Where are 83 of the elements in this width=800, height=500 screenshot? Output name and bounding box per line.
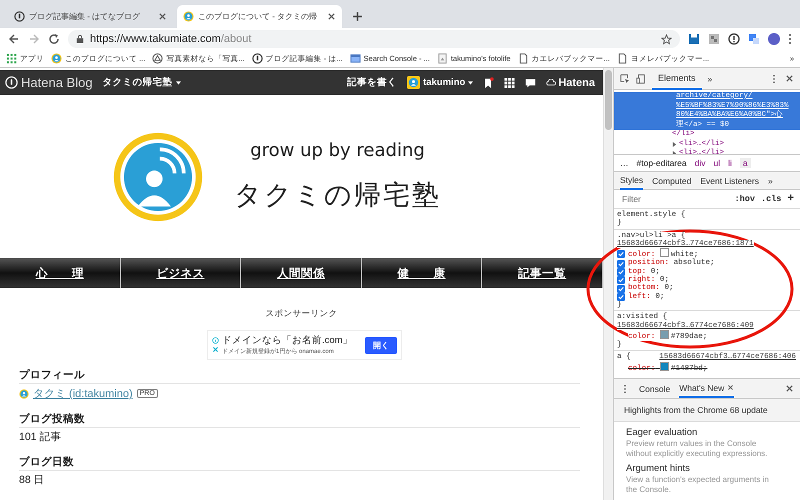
avatar-icon — [19, 388, 29, 398]
nav-link[interactable]: 人間関係 — [241, 258, 362, 288]
close-icon[interactable] — [158, 12, 167, 21]
new-rule-button[interactable]: + — [787, 193, 794, 205]
sponsor-label: スポンサーリンク — [266, 308, 338, 320]
write-article-link[interactable]: 記事を書く — [347, 76, 398, 89]
browser-tab[interactable]: ブログ記事編集 - はてなブログ — [8, 5, 173, 28]
lock-icon — [76, 34, 84, 44]
update-banner: Highlights from the Chrome 68 update — [614, 399, 800, 422]
star-icon[interactable] — [661, 34, 672, 44]
person-circle-icon — [183, 11, 194, 22]
avatar-icon[interactable] — [768, 33, 780, 45]
exclamation-circle-icon[interactable] — [728, 33, 740, 45]
feature-title: Argument hints — [626, 463, 691, 474]
breadcrumb-item[interactable]: … — [620, 158, 628, 168]
browser-tab[interactable]: このブログについて - タクミの帰 — [177, 5, 342, 28]
address-bar[interactable]: https://www.takumiate.com/about — [68, 30, 680, 48]
user-menu[interactable]: takumino — [407, 76, 474, 89]
stat-value: 88 日 — [19, 473, 46, 487]
close-icon[interactable] — [785, 74, 794, 83]
more-tabs-button[interactable]: » — [768, 172, 773, 188]
caret-icon — [468, 80, 474, 84]
close-icon[interactable] — [727, 384, 734, 391]
grid-icon[interactable] — [504, 76, 516, 88]
pen-circle-icon — [14, 11, 25, 22]
breadcrumb-item[interactable]: #top-editarea — [636, 158, 687, 168]
blog-menu[interactable]: タクミの帰宅塾 — [102, 76, 181, 89]
more-tabs-button[interactable]: » — [708, 74, 712, 84]
person-circle-icon — [51, 53, 62, 64]
caret-icon — [176, 80, 181, 84]
info-icon[interactable] — [212, 337, 219, 344]
section-heading: ブログ投稿数 — [19, 412, 580, 428]
open-button[interactable]: 開く — [365, 336, 397, 354]
nav-link[interactable]: 健 康 — [362, 258, 482, 288]
inspect-icon[interactable] — [620, 74, 630, 84]
pen-circle-icon — [252, 53, 263, 64]
section-heading: ブログ日数 — [19, 455, 580, 471]
nav-link[interactable]: ビジネス — [120, 258, 242, 288]
section-heading: プロフィール — [19, 368, 580, 384]
feature-description: View a function's expected arguments in the Console. — [626, 475, 770, 494]
hatena-logo[interactable]: Hatena — [546, 76, 595, 88]
close-icon[interactable] — [785, 384, 794, 393]
pen-circle-icon — [5, 76, 18, 89]
document-icon — [616, 53, 628, 64]
breadcrumb-item[interactable]: div — [694, 158, 706, 168]
class-toggle-button[interactable]: .cls — [760, 194, 782, 204]
window-icon — [350, 53, 361, 64]
breadcrumb-item[interactable]: a — [740, 158, 751, 168]
avatar-icon — [407, 76, 420, 89]
panel-tab[interactable]: Styles — [620, 172, 644, 190]
breadcrumb-item[interactable]: li — [728, 158, 732, 168]
close-icon[interactable] — [327, 12, 336, 21]
image-file-icon — [436, 53, 448, 64]
hover-state-button[interactable]: :hov — [734, 194, 755, 204]
checkbox[interactable] — [617, 260, 625, 268]
reload-icon[interactable] — [48, 33, 60, 45]
checkbox[interactable] — [617, 276, 625, 284]
breadcrumb-item[interactable]: ul — [713, 158, 720, 168]
menu-icon[interactable] — [788, 33, 792, 45]
feature-title: Eager evaluation — [626, 427, 698, 438]
panel-tab[interactable]: Computed — [652, 172, 692, 188]
nav-link[interactable]: 心 理 — [0, 258, 121, 288]
blog-title[interactable]: タクミの帰宅塾 — [234, 177, 441, 213]
back-arrow-icon[interactable] — [8, 33, 20, 45]
ad-headline: ドメインなら「お名前.com」 — [222, 334, 354, 347]
bookmark-icon[interactable] — [483, 76, 494, 88]
drawer-tab[interactable]: Console — [639, 380, 670, 396]
document-icon — [518, 53, 529, 64]
panel-tab[interactable]: Event Listeners — [700, 172, 759, 188]
feature-description: Preview return values in the Console without explicitly executing expressions. — [626, 439, 768, 458]
scrollbar[interactable] — [603, 68, 613, 500]
stat-value: 101 記事 — [19, 430, 62, 444]
user-link[interactable]: タクミ (id:takumino) — [33, 386, 133, 401]
chat-bubble-icon[interactable] — [525, 76, 536, 88]
blog-tagline: grow up by reading — [250, 140, 425, 161]
elements-tab[interactable]: Elements — [652, 68, 702, 90]
apps-grid-icon — [6, 53, 17, 64]
cloud-icon — [546, 79, 556, 86]
device-icon[interactable] — [636, 74, 646, 84]
new-tab-icon[interactable] — [352, 11, 363, 22]
checkbox[interactable] — [617, 250, 625, 258]
checkbox[interactable] — [617, 284, 625, 293]
hatena-blog-logo[interactable]: Hatena Blog — [5, 75, 93, 90]
